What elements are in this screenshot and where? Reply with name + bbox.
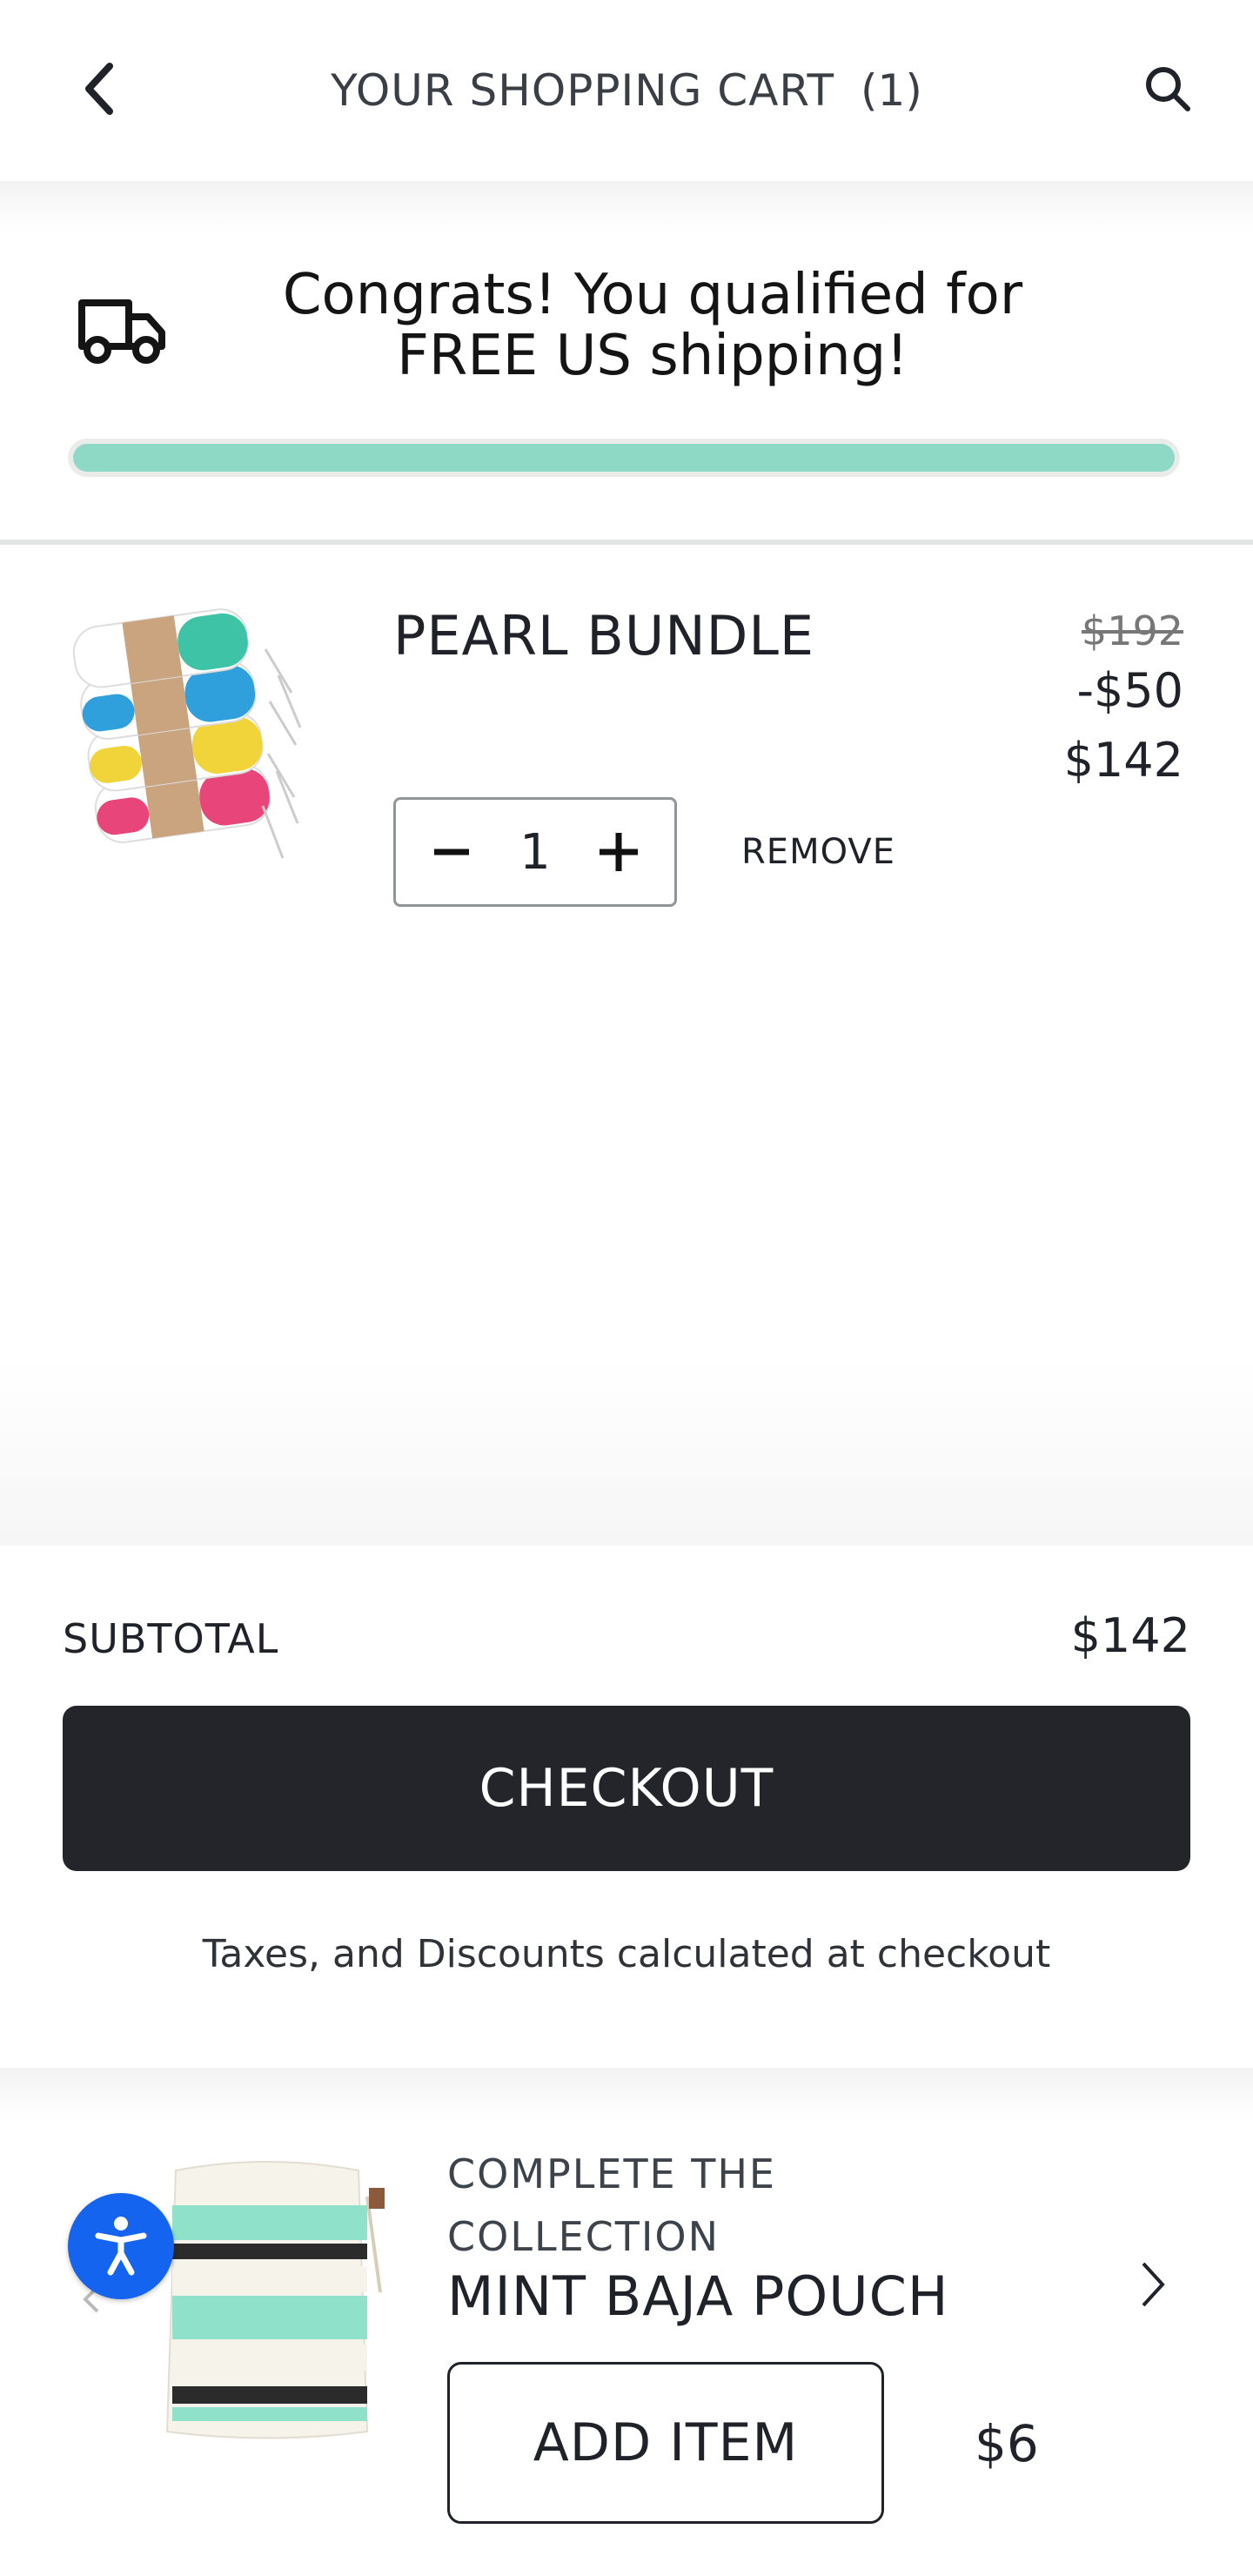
subtotal-value: $142 xyxy=(1070,1608,1190,1663)
increase-quantity-button[interactable] xyxy=(593,826,645,878)
product-title[interactable]: PEARL BUNDLE xyxy=(393,604,814,667)
page-title: YOUR SHOPPING CART xyxy=(331,65,835,116)
shipping-banner: Congrats! You qualified for FREE US ship… xyxy=(0,181,1253,545)
minus-icon xyxy=(434,849,469,855)
product-image xyxy=(72,608,302,859)
chevron-left-icon xyxy=(85,63,113,115)
decrease-quantity-button[interactable] xyxy=(425,826,478,878)
shipping-message: Congrats! You qualified for FREE US ship… xyxy=(282,263,1023,388)
upsell-kicker: COMPLETE THE COLLECTION xyxy=(447,2150,776,2260)
back-button[interactable] xyxy=(68,57,131,120)
shipping-progress-fill xyxy=(73,444,1175,472)
cart-count: (1) xyxy=(861,65,922,116)
accessibility-button[interactable] xyxy=(68,2193,174,2299)
chevron-right-icon xyxy=(1142,2262,1165,2307)
quantity-value: 1 xyxy=(519,823,551,881)
subtotal-label: SUBTOTAL xyxy=(63,1615,279,1662)
order-summary: SUBTOTAL $142 CHECKOUT Taxes, and Discou… xyxy=(0,1546,1253,2068)
header: YOUR SHOPPING CART (1) xyxy=(0,0,1253,181)
quantity-stepper: 1 xyxy=(393,797,677,907)
checkout-button[interactable]: CHECKOUT xyxy=(63,1706,1190,1871)
price-block: $192 -$50 $142 xyxy=(1064,606,1183,795)
truck-icon xyxy=(78,299,165,364)
carousel-next-button[interactable] xyxy=(1131,2254,1175,2315)
upsell-section: COMPLETE THE COLLECTION MINT BAJA POUCH … xyxy=(0,2068,1253,2576)
accessibility-icon xyxy=(95,2217,147,2276)
search-button[interactable] xyxy=(1136,57,1199,120)
upsell-price: $6 xyxy=(975,2414,1039,2473)
spacer xyxy=(0,1358,1253,1546)
price-discount: -$50 xyxy=(1076,663,1183,718)
add-item-button[interactable]: ADD ITEM xyxy=(447,2362,884,2524)
price-original: $192 xyxy=(1081,607,1183,654)
upsell-title[interactable]: MINT BAJA POUCH xyxy=(447,2264,948,2328)
search-icon xyxy=(1146,67,1190,111)
remove-button[interactable]: REMOVE xyxy=(741,832,895,872)
shipping-progress-bar xyxy=(68,439,1180,477)
cart-item: PEARL BUNDLE $192 -$50 $142 1 REMOVE xyxy=(0,545,1253,1067)
tax-note: Taxes, and Discounts calculated at check… xyxy=(202,1932,1051,1976)
upsell-product-image[interactable] xyxy=(141,2136,393,2449)
price-final: $142 xyxy=(1063,733,1183,788)
plus-icon xyxy=(599,833,638,871)
